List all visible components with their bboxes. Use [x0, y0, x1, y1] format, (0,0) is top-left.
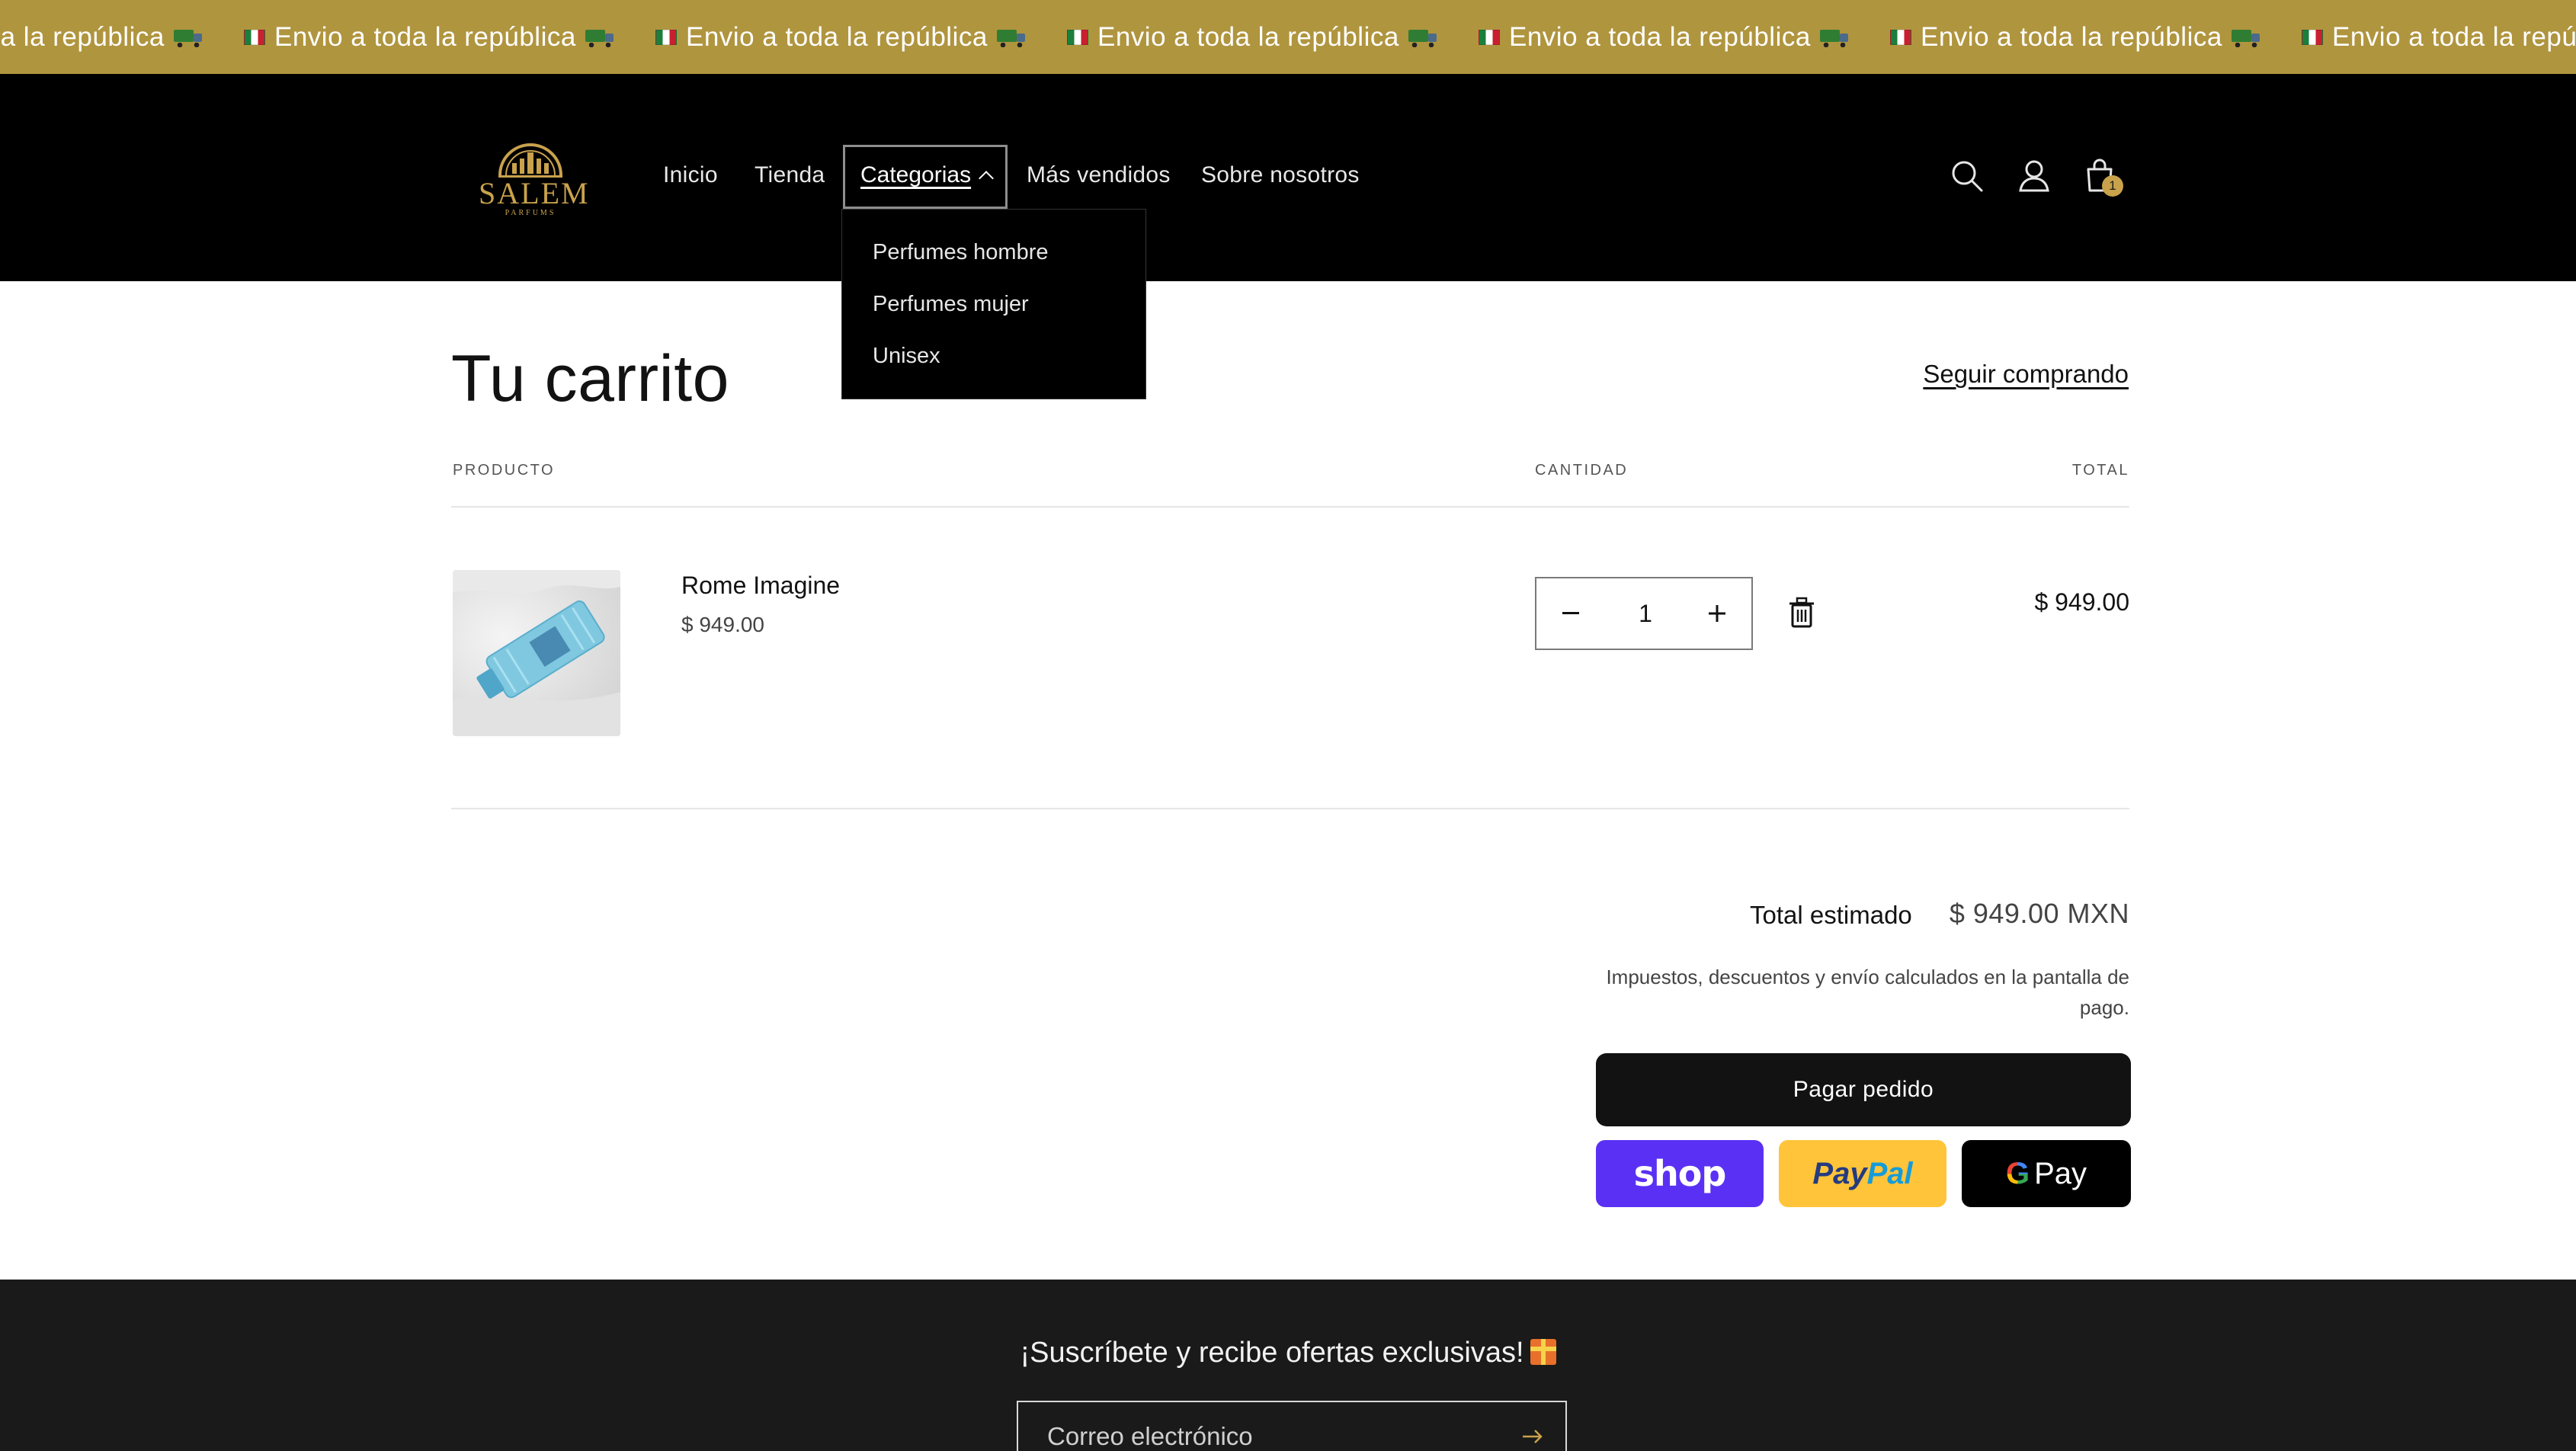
perfume-bottle-icon: [453, 570, 620, 736]
newsletter-heading-text: ¡Suscríbete y recibe ofertas exclusivas!: [1020, 1337, 1524, 1369]
logo-text: SALEM: [479, 176, 590, 210]
announcement-item: Envio a toda la república: [655, 22, 1067, 53]
announcement-item: Envio a toda la república: [2302, 22, 2576, 53]
announcement-text: Envio a toda la república: [1921, 21, 2222, 52]
dropdown-item-perfumes-mujer[interactable]: Perfumes mujer: [873, 292, 1029, 317]
product-unit-price: $ 949.00: [681, 613, 764, 636]
truck-icon: [1819, 28, 1849, 47]
nav-inicio[interactable]: Inicio: [663, 162, 718, 188]
mexico-flag-icon: [655, 29, 677, 45]
google-pay-button[interactable]: G Pay: [1962, 1140, 2131, 1207]
announcement-text: Envio a toda la república: [1509, 21, 1811, 52]
plus-icon: [1709, 605, 1725, 622]
product-image[interactable]: [453, 570, 620, 736]
product-name-link[interactable]: Rome Imagine: [681, 572, 840, 600]
announcement-text: Envio a toda la república: [2332, 21, 2576, 52]
quantity-input[interactable]: 1: [1605, 578, 1686, 649]
dropdown-item-unisex[interactable]: Unisex: [873, 344, 940, 369]
mexico-flag-icon: [1479, 29, 1500, 45]
tax-note: Impuestos, descuentos y envío calculados…: [1606, 966, 2129, 1019]
mexico-flag-icon: [244, 29, 265, 45]
google-g-icon: G: [2005, 1156, 2030, 1190]
line-item-total: $ 949.00: [2034, 588, 2129, 616]
paypal-button[interactable]: Pay Pal: [1779, 1140, 1946, 1207]
column-header-quantity: CANTIDAD: [1535, 462, 1629, 479]
truck-icon: [1408, 28, 1437, 47]
nav-sobre-nosotros[interactable]: Sobre nosotros: [1201, 162, 1360, 188]
page-title: Tu carrito: [451, 342, 729, 415]
announcement-item: Envio a toda la república: [1067, 22, 1479, 53]
shop-pay-button[interactable]: shop: [1596, 1140, 1764, 1207]
logo[interactable]: SALEM PARFUMS: [479, 136, 590, 221]
checkout-button[interactable]: Pagar pedido: [1596, 1053, 2131, 1126]
announcement-item: Envio a toda la república: [1890, 22, 2302, 53]
nav-categorias-label: Categorias: [860, 162, 972, 187]
trash-icon[interactable]: [1786, 596, 1817, 629]
shop-pay-label: shop: [1633, 1153, 1727, 1194]
logo-subtext: PARFUMS: [505, 209, 556, 217]
divider: [451, 808, 2129, 809]
column-header-product: PRODUCTO: [453, 462, 556, 479]
categories-dropdown: Perfumes hombre Perfumes mujer Unisex: [841, 209, 1146, 399]
quantity-stepper: 1: [1535, 577, 1753, 650]
announcement-text: Envio a toda la república: [274, 21, 576, 52]
column-header-total: TOTAL: [2071, 462, 2129, 479]
announcement-text: Envio a toda la república: [686, 21, 988, 52]
truck-icon: [996, 28, 1026, 47]
search-icon[interactable]: [1948, 157, 1986, 195]
paypal-label-pal: Pal: [1866, 1156, 1913, 1190]
divider: [451, 506, 2129, 508]
announcement-text: Envio a toda la república: [1097, 21, 1399, 52]
announcement-text: Envio a toda la república: [0, 21, 165, 52]
minus-icon: [1562, 612, 1579, 614]
announcement-item: Envio a toda la república: [1479, 22, 1890, 53]
cart-button[interactable]: 1: [2081, 157, 2123, 197]
nav-mas-vendidos[interactable]: Más vendidos: [1027, 162, 1171, 188]
newsletter-form: [1017, 1401, 1567, 1451]
nav-tienda[interactable]: Tienda: [755, 162, 825, 188]
nav-categorias[interactable]: Categorias: [843, 145, 1008, 209]
paypal-label-pay: Pay: [1812, 1156, 1867, 1190]
continue-shopping-link[interactable]: Seguir comprando: [1923, 360, 2129, 389]
estimated-total-label: Total estimado: [1750, 901, 1912, 929]
mexico-flag-icon: [1067, 29, 1088, 45]
newsletter-heading: ¡Suscríbete y recibe ofertas exclusivas!: [0, 1337, 2576, 1369]
dropdown-item-perfumes-hombre[interactable]: Perfumes hombre: [873, 240, 1049, 265]
announcement-bar: Envio a toda la república Envio a toda la…: [0, 0, 2576, 74]
quantity-increase-button[interactable]: [1683, 578, 1751, 649]
truck-icon: [2231, 28, 2260, 47]
quantity-decrease-button[interactable]: [1536, 578, 1605, 649]
announcement-item: Envio a toda la república: [244, 22, 655, 53]
chevron-up-icon: [979, 171, 994, 186]
logo-emblem-icon: [498, 143, 562, 178]
mexico-flag-icon: [2302, 29, 2323, 45]
newsletter-email-input[interactable]: [1047, 1422, 1474, 1451]
gift-icon: [1530, 1339, 1556, 1365]
truck-icon: [585, 28, 614, 47]
estimated-total-value: $ 949.00 MXN: [1949, 898, 2129, 929]
announcement-item: Envio a toda la república: [0, 22, 244, 53]
cart-count-badge: 1: [2102, 175, 2123, 197]
arrow-right-icon[interactable]: [1520, 1424, 1546, 1449]
announcement-track: Envio a toda la república Envio a toda la…: [0, 0, 2576, 74]
mexico-flag-icon: [1890, 29, 1911, 45]
google-pay-label: Pay: [2034, 1156, 2087, 1190]
account-icon[interactable]: [2015, 157, 2053, 195]
truck-icon: [173, 28, 203, 47]
